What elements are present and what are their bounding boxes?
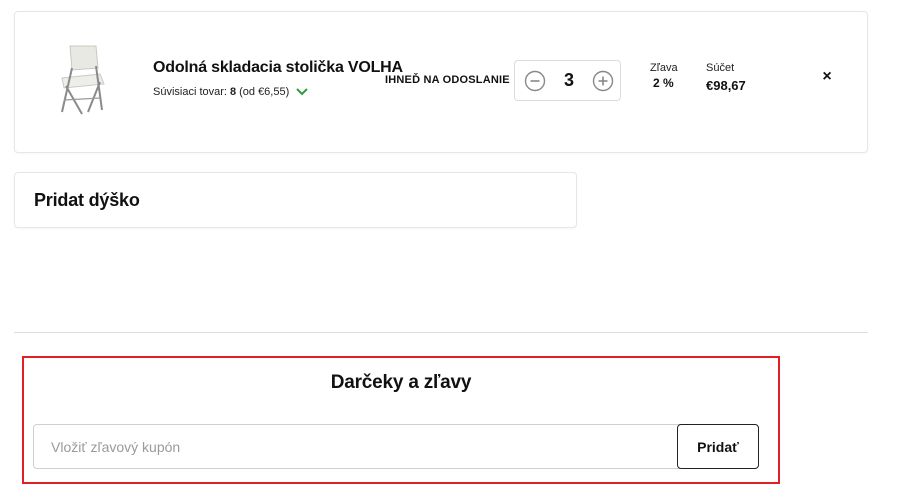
discount-label: Zľava <box>650 62 678 74</box>
gifts-title: Darčeky a zľavy <box>330 372 472 393</box>
product-image[interactable] <box>52 44 112 116</box>
product-name[interactable]: Odolná skladacia stolička VOLHA <box>153 59 403 77</box>
gifts-discounts-section: Darčeky a zľavy Pridať <box>22 356 780 484</box>
sum-value: €98,67 <box>706 78 746 93</box>
chevron-down-icon[interactable] <box>295 87 309 97</box>
tip-title[interactable]: Pridat dýško <box>34 190 140 211</box>
related-label: Súvisiaci tovar: <box>153 86 227 98</box>
availability-status: IHNEĎ NA ODOSLANIE <box>385 74 510 86</box>
coupon-input[interactable] <box>33 424 713 469</box>
plus-circle-icon[interactable] <box>592 70 614 92</box>
minus-circle-icon[interactable] <box>524 70 546 92</box>
add-coupon-button[interactable]: Pridať <box>677 424 759 469</box>
quantity-value[interactable]: 3 <box>555 70 583 91</box>
discount-value: 2 % <box>653 76 674 90</box>
related-goods[interactable]: Súvisiaci tovar: 8 (od €6,55) <box>153 86 309 98</box>
sum-label: Súčet <box>706 62 735 74</box>
related-price: (od €6,55) <box>239 86 290 98</box>
close-icon[interactable]: × <box>820 68 834 86</box>
related-count: 8 <box>229 86 237 98</box>
section-divider <box>14 332 868 333</box>
quantity-stepper: 3 <box>514 60 621 101</box>
